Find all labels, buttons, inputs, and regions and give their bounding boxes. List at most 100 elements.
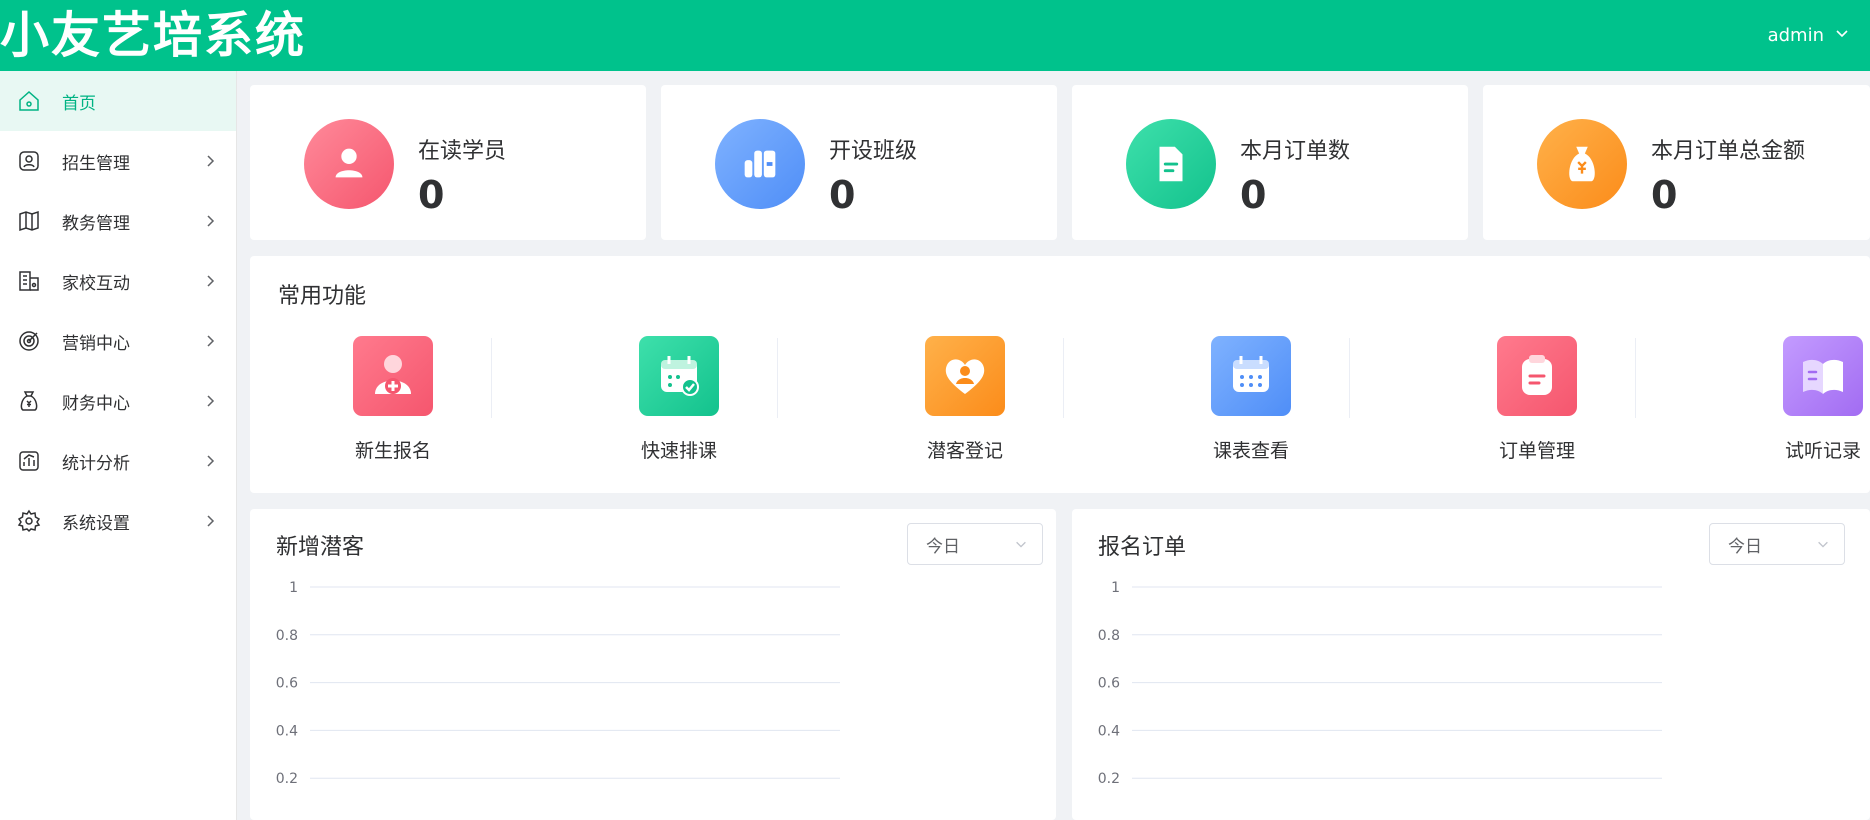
- stat-card-classes[interactable]: 开设班级 0: [661, 85, 1057, 240]
- func-order-management[interactable]: 订单管理: [1394, 336, 1680, 476]
- divider: [491, 338, 492, 418]
- app-logo[interactable]: 小友艺培系统: [0, 4, 306, 68]
- common-functions-panel: 常用功能 新生报名 快速排课 潜客登记 课表查看 订单管理 试听记录: [250, 256, 1870, 493]
- func-trial-records[interactable]: 试听记录: [1680, 336, 1870, 476]
- func-label: 潜客登记: [926, 440, 1003, 462]
- y-tick-label: 0.8: [1098, 628, 1120, 644]
- panel-title: 常用功能: [278, 284, 367, 309]
- chart-card-new-leads: 新增潜客 今日 10.80.60.40.20: [250, 509, 1056, 820]
- chevron-right-icon: [207, 515, 215, 527]
- sidebar-item-enrollment[interactable]: 招生管理: [0, 131, 236, 191]
- user-badge-icon: [16, 148, 42, 174]
- y-tick-label: 1: [1111, 580, 1120, 596]
- stat-value: 0: [1240, 173, 1267, 217]
- func-label: 订单管理: [1498, 440, 1575, 462]
- sidebar-item-label: 首页: [62, 93, 96, 114]
- stat-card-students[interactable]: 在读学员 0: [250, 85, 646, 240]
- chart-title: 报名订单: [1098, 535, 1187, 560]
- main-content: 在读学员 0 开设班级 0 本月订单数 0 本月订单总金额 0 常用功能 新生报…: [236, 71, 1870, 820]
- divider: [777, 338, 778, 418]
- sidebar-item-label: 统计分析: [62, 453, 130, 474]
- range-select[interactable]: 今日: [907, 523, 1043, 565]
- stat-label: 在读学员: [418, 139, 507, 164]
- line-chart-new-leads: 10.80.60.40.20: [276, 580, 840, 820]
- sidebar-item-label: 招生管理: [62, 153, 130, 174]
- chevron-right-icon: [207, 215, 215, 227]
- chevron-down-icon: [1818, 541, 1828, 548]
- divider: [1635, 338, 1636, 418]
- chevron-right-icon: [207, 275, 215, 287]
- func-lead-registration[interactable]: 潜客登记: [822, 336, 1108, 476]
- divider: [1063, 338, 1064, 418]
- sidebar-item-home-school[interactable]: 家校互动: [0, 251, 236, 311]
- calendar-icon: [1211, 336, 1291, 416]
- user-name[interactable]: admin: [1768, 0, 1824, 71]
- building-icon: [16, 268, 42, 294]
- schedule-check-icon: [639, 336, 719, 416]
- heart-user-icon: [925, 336, 1005, 416]
- user-menu[interactable]: admin: [1768, 0, 1850, 71]
- sidebar-item-finance[interactable]: 财务中心: [0, 371, 236, 431]
- sidebar-item-statistics[interactable]: 统计分析: [0, 431, 236, 491]
- stat-label: 本月订单总金额: [1651, 139, 1806, 164]
- sidebar-item-home[interactable]: 首页: [0, 71, 236, 131]
- open-book-icon: [1783, 336, 1863, 416]
- chevron-right-icon: [207, 155, 215, 167]
- y-tick-label: 0.2: [276, 771, 298, 787]
- func-quick-schedule[interactable]: 快速排课: [536, 336, 822, 476]
- stat-value: 0: [829, 173, 856, 217]
- divider: [1349, 338, 1350, 418]
- stat-label: 开设班级: [829, 139, 918, 164]
- chevron-down-icon: [1016, 541, 1026, 548]
- y-tick-label: 0.8: [276, 628, 298, 644]
- clipboard-icon: [1497, 336, 1577, 416]
- chevron-right-icon: [207, 395, 215, 407]
- y-tick-label: 0.4: [1098, 723, 1120, 739]
- target-icon: [16, 328, 42, 354]
- sidebar-item-academic[interactable]: 教务管理: [0, 191, 236, 251]
- func-label: 快速排课: [640, 440, 717, 462]
- sidebar: 首页 招生管理 教务管理 家校互动 营销中心 财务中心 统计分析 系统设置: [0, 71, 237, 820]
- new-student-icon: [353, 336, 433, 416]
- func-new-enrollment[interactable]: 新生报名: [250, 336, 536, 476]
- top-header: 小友艺培系统 admin: [0, 0, 1870, 71]
- range-select-value: 今日: [1728, 536, 1762, 557]
- line-chart-enrollment-orders: 10.80.60.40.20: [1098, 580, 1662, 820]
- sidebar-item-marketing[interactable]: 营销中心: [0, 311, 236, 371]
- chevron-right-icon: [207, 335, 215, 347]
- chevron-right-icon: [207, 455, 215, 467]
- y-tick-label: 1: [289, 580, 298, 596]
- stat-value: 0: [418, 173, 445, 217]
- chart-card-enrollment-orders: 报名订单 今日 10.80.60.40.20: [1072, 509, 1870, 820]
- sidebar-item-label: 营销中心: [62, 333, 130, 354]
- stat-value: 0: [1651, 173, 1678, 217]
- money-bag-icon: [16, 388, 42, 414]
- func-label: 试听记录: [1784, 440, 1861, 462]
- func-timetable[interactable]: 课表查看: [1108, 336, 1394, 476]
- chart-title: 新增潜客: [276, 535, 365, 560]
- money-bag-icon: [1537, 119, 1627, 209]
- stat-card-monthly-amount[interactable]: 本月订单总金额 0: [1483, 85, 1870, 240]
- sidebar-item-label: 家校互动: [62, 273, 130, 294]
- book-icon: [16, 208, 42, 234]
- stat-label: 本月订单数: [1240, 139, 1351, 164]
- class-icon: [715, 119, 805, 209]
- range-select[interactable]: 今日: [1709, 523, 1845, 565]
- func-label: 课表查看: [1212, 440, 1289, 462]
- sidebar-item-label: 教务管理: [62, 213, 130, 234]
- chart-icon: [16, 448, 42, 474]
- chevron-down-icon[interactable]: [1834, 0, 1850, 71]
- y-tick-label: 0.4: [276, 723, 298, 739]
- home-icon: [16, 88, 42, 114]
- sidebar-item-label: 财务中心: [62, 393, 130, 414]
- func-label: 新生报名: [354, 440, 431, 462]
- range-select-value: 今日: [926, 536, 960, 557]
- document-icon: [1126, 119, 1216, 209]
- sidebar-item-settings[interactable]: 系统设置: [0, 491, 236, 551]
- y-tick-label: 0.6: [1098, 676, 1120, 692]
- gear-icon: [16, 508, 42, 534]
- sidebar-item-label: 系统设置: [62, 513, 130, 534]
- stat-card-monthly-orders[interactable]: 本月订单数 0: [1072, 85, 1468, 240]
- y-tick-label: 0.6: [276, 676, 298, 692]
- student-icon: [304, 119, 394, 209]
